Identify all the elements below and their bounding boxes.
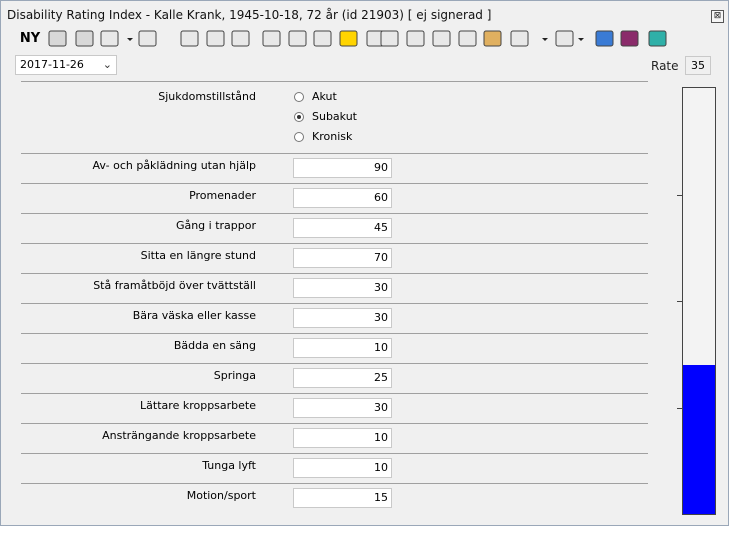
book-icon[interactable] — [620, 30, 639, 47]
edit-icon[interactable] — [206, 30, 225, 47]
item-label: Ansträngande kroppsarbete — [102, 429, 256, 442]
b-icon[interactable] — [458, 30, 477, 47]
radio-dot — [294, 91, 304, 102]
keyboard-icon[interactable] — [595, 30, 614, 47]
radio-label: Akut — [312, 90, 337, 103]
p-icon[interactable] — [262, 30, 281, 47]
toolbar-icons — [48, 30, 667, 47]
item-label: Bädda en säng — [173, 339, 256, 352]
background-strip — [729, 0, 737, 533]
date-select[interactable]: 2017-11-26 ⌄ — [15, 55, 117, 75]
rate-value: 35 — [685, 56, 711, 75]
save-icon[interactable] — [100, 30, 119, 47]
group-icon[interactable] — [75, 30, 94, 47]
separator — [21, 393, 648, 394]
chat-icon[interactable] — [380, 30, 399, 47]
dropdown-arrow[interactable] — [127, 38, 133, 41]
document-icon[interactable] — [288, 30, 307, 47]
radio-dot — [294, 131, 304, 142]
item-value-input[interactable]: 30 — [293, 278, 392, 298]
dropdown-arrow[interactable] — [542, 38, 548, 41]
journal-icon[interactable] — [138, 30, 157, 47]
radio-label: Kronisk — [312, 130, 353, 143]
item-label: Stå framåtböjd över tvättställ — [93, 279, 256, 292]
separator — [21, 483, 648, 484]
gears-icon[interactable] — [555, 30, 574, 47]
item-value-input[interactable]: 70 — [293, 248, 392, 268]
radio-label: Subakut — [312, 110, 357, 123]
exit-icon[interactable] — [648, 30, 667, 47]
item-value-input[interactable]: 15 — [293, 488, 392, 508]
item-label: Tunga lyft — [202, 459, 256, 472]
date-value: 2017-11-26 — [20, 58, 84, 71]
radio-akut[interactable]: Akut — [294, 90, 337, 103]
numbers-icon[interactable] — [313, 30, 332, 47]
chevron-down-icon: ⌄ — [102, 58, 112, 71]
separator — [21, 423, 648, 424]
separator — [21, 333, 648, 334]
toolbar: NY — [1, 27, 728, 51]
separator — [21, 183, 648, 184]
item-value-input[interactable]: 60 — [293, 188, 392, 208]
tools-icon[interactable] — [510, 30, 529, 47]
separator — [21, 363, 648, 364]
item-value-input[interactable]: 10 — [293, 338, 392, 358]
separator — [21, 81, 648, 82]
visit-icon[interactable] — [231, 30, 250, 47]
item-label: Sitta en längre stund — [140, 249, 256, 262]
item-label: Av- och påklädning utan hjälp — [92, 159, 256, 172]
item-label: Lättare kroppsarbete — [140, 399, 256, 412]
dropdown-arrow[interactable] — [578, 38, 584, 41]
item-value-input[interactable]: 10 — [293, 428, 392, 448]
dri-window: Disability Rating Index - Kalle Krank, 1… — [0, 0, 729, 526]
item-value-input[interactable]: 90 — [293, 158, 392, 178]
item-label: Promenader — [189, 189, 256, 202]
item-label: Gång i trappor — [175, 219, 256, 232]
condition-label: Sjukdomstillstånd — [158, 90, 256, 103]
close-icon[interactable]: ⊠ — [711, 10, 724, 23]
item-label: Springa — [213, 369, 256, 382]
item-value-input[interactable]: 45 — [293, 218, 392, 238]
gauge-tick — [677, 407, 683, 409]
window-title: Disability Rating Index - Kalle Krank, 1… — [7, 8, 492, 22]
m-icon[interactable] — [339, 30, 358, 47]
disabled-circle-icon[interactable] — [48, 30, 67, 47]
card-icon[interactable] — [432, 30, 451, 47]
separator — [21, 453, 648, 454]
gauge-tick — [677, 194, 683, 196]
rate-gauge — [677, 87, 716, 515]
item-value-input[interactable]: 25 — [293, 368, 392, 388]
briefcase-icon[interactable] — [180, 30, 199, 47]
separator — [21, 303, 648, 304]
separator — [21, 213, 648, 214]
gauge-fill — [683, 364, 715, 514]
separator — [21, 273, 648, 274]
background-strip — [0, 526, 737, 533]
rate-label: Rate — [651, 59, 679, 73]
item-value-input[interactable]: 30 — [293, 398, 392, 418]
item-label: Motion/sport — [186, 489, 256, 502]
map-icon[interactable] — [483, 30, 502, 47]
item-value-input[interactable]: 30 — [293, 308, 392, 328]
item-label: Bära väska eller kasse — [132, 309, 256, 322]
gauge-tick — [677, 301, 683, 302]
separator — [21, 153, 648, 154]
separator — [21, 243, 648, 244]
id-icon[interactable] — [406, 30, 425, 47]
radio-dot-selected — [294, 111, 304, 122]
title-bar: Disability Rating Index - Kalle Krank, 1… — [1, 1, 728, 27]
radio-kronisk[interactable]: Kronisk — [294, 130, 352, 143]
radio-subakut[interactable]: Subakut — [294, 110, 357, 123]
item-value-input[interactable]: 10 — [293, 458, 392, 478]
